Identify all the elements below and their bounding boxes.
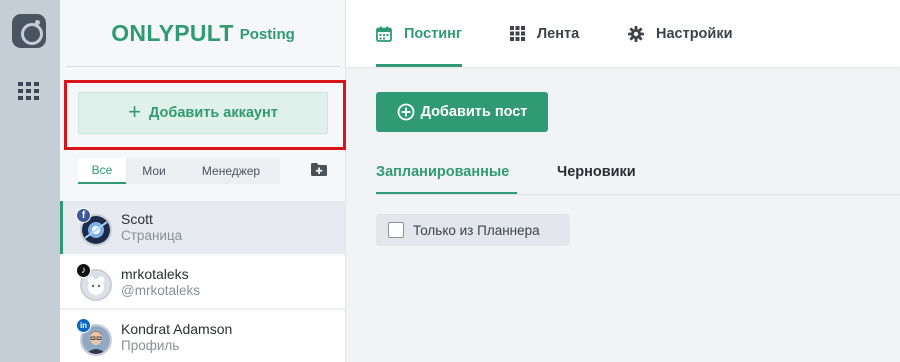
tab-scheduled[interactable]: Запланированные [376,164,517,194]
filter-manager[interactable]: Менеджер [182,158,280,184]
account-subtitle: @mrkotaleks [121,283,200,298]
account-item[interactable]: ♪ mrkotaleks @mrkotaleks [60,256,345,309]
planner-only-label: Только из Планнера [413,222,540,238]
divider [66,66,340,67]
divider [376,194,900,195]
tab-drafts[interactable]: Черновики [557,164,643,194]
account-name: Kondrat Adamson [121,321,233,337]
grid-icon [510,26,525,41]
gear-icon [628,25,644,42]
account-subtitle: Страница [121,228,183,243]
account-name: Scott [121,211,153,227]
folder-plus-icon[interactable] [311,163,327,176]
account-subtitle: Профиль [121,338,180,353]
main-content: Постинг Лента Настройки Добавить пост За… [346,0,900,362]
top-nav: Постинг Лента Настройки [346,0,900,67]
add-post-button[interactable]: Добавить пост [376,92,548,132]
tab-feed[interactable]: Лента [510,0,579,67]
camera-logo-icon[interactable] [12,14,46,48]
tab-feed-label: Лента [537,25,580,42]
tab-settings-label: Настройки [656,25,733,42]
account-item[interactable]: f Scott Страница [60,201,345,254]
tab-posting-label: Постинг [404,25,462,42]
left-rail [0,0,60,362]
linkedin-icon: in [76,318,91,333]
account-name: mrkotaleks [121,266,189,282]
tab-posting[interactable]: Постинг [376,0,462,67]
grid-icon[interactable] [18,82,39,100]
plus-icon: + [128,99,142,124]
add-post-label: Добавить пост [420,104,528,120]
brand-name: ONLYPULT [111,19,234,46]
add-account-button[interactable]: + Добавить аккаунт [78,92,328,134]
planner-only-filter[interactable]: Только из Планнера [376,214,570,246]
account-item[interactable]: in Kondrat Adamson Профиль [60,311,345,362]
facebook-icon: f [76,208,91,223]
filter-mine[interactable]: Мои [126,158,182,184]
brand-logo: ONLYPULT Posting [60,0,346,66]
brand-product: Posting [239,25,295,43]
tiktok-icon: ♪ [76,263,91,278]
tab-settings[interactable]: Настройки [628,0,733,67]
filter-all[interactable]: Все [78,158,126,184]
account-filter-tabs: Все Мои Менеджер [78,158,280,184]
add-account-label: Добавить аккаунт [149,105,278,121]
calendar-icon [376,26,392,42]
plus-circle-icon [397,103,414,121]
planner-only-checkbox[interactable] [388,222,404,238]
